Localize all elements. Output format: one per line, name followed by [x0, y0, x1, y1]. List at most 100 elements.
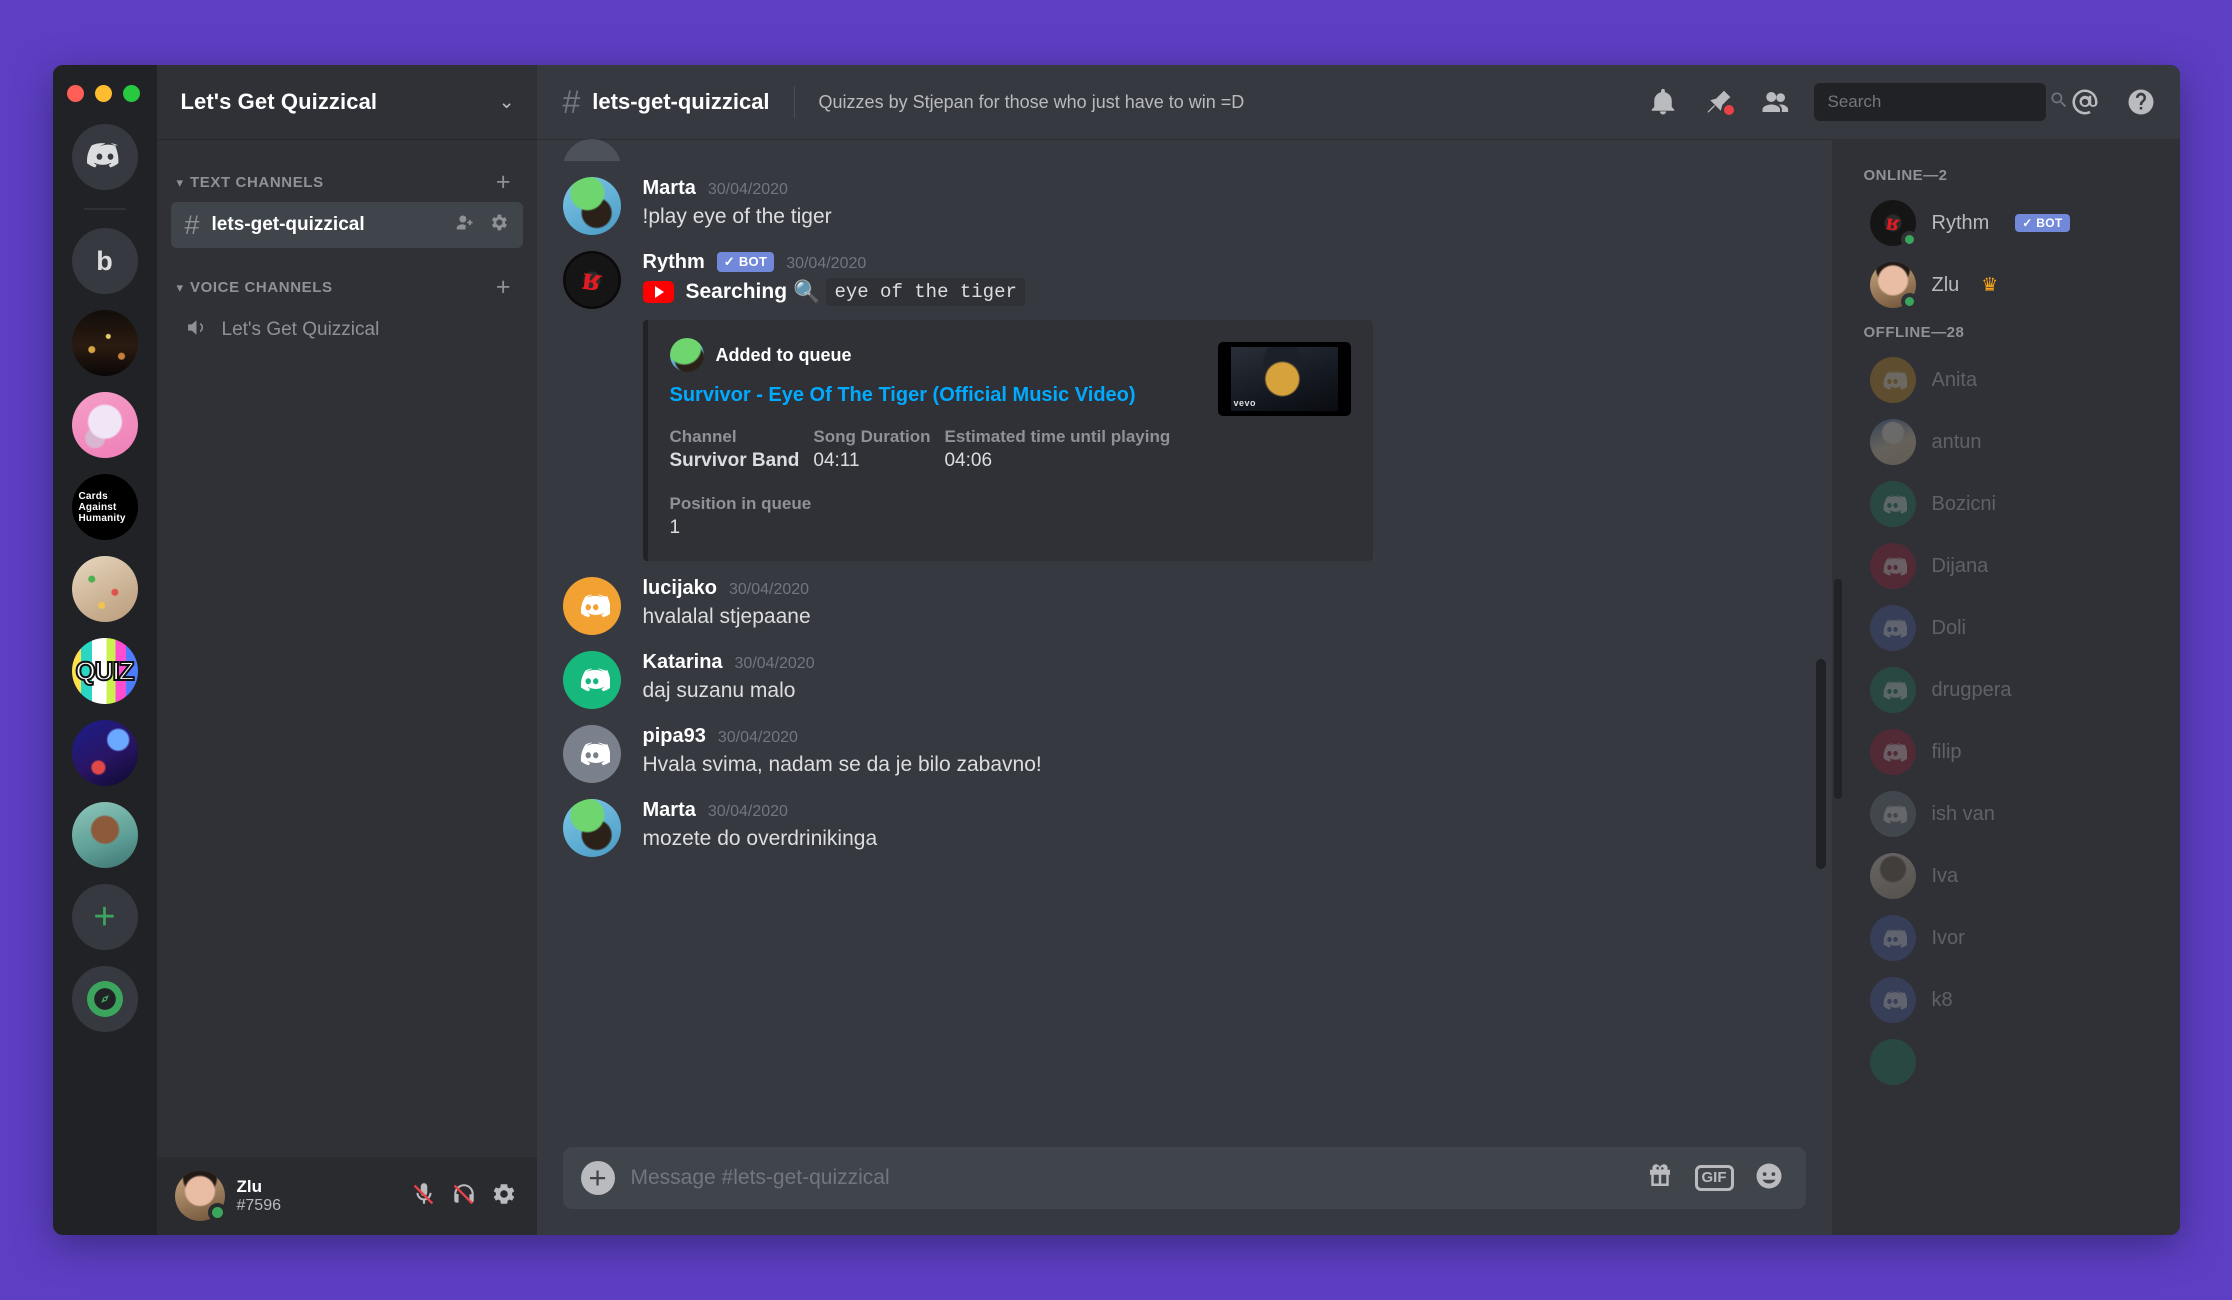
message-timestamp: 30/04/2020	[734, 655, 815, 672]
member-group-offline-header: OFFLINE—28	[1863, 324, 1965, 341]
avatar[interactable]	[562, 651, 621, 709]
member-row-doli[interactable]: Doli	[1844, 597, 2168, 659]
vevo-watermark: vevo	[1233, 398, 1257, 408]
embed-author: Added to queue	[669, 338, 1204, 372]
embed-author-name: Added to queue	[715, 344, 852, 365]
server-icon-b-label: b	[96, 245, 113, 276]
message-row: Katarina 30/04/2020 daj suzanu malo	[537, 635, 1810, 709]
help-icon[interactable]	[2124, 85, 2158, 119]
member-row-ivor[interactable]: Ivor	[1844, 907, 2168, 969]
upload-attachment-icon[interactable]	[580, 1161, 615, 1195]
message-timestamp: 30/04/2020	[717, 729, 798, 746]
explore-servers-button[interactable]	[71, 966, 138, 1032]
message-composer[interactable]: GIF	[562, 1147, 1806, 1209]
mute-microphone-icon[interactable]	[411, 1181, 437, 1212]
avatar[interactable]	[562, 577, 621, 635]
member-row-antun[interactable]: antun	[1844, 411, 2168, 473]
member-name: Rythm	[1931, 211, 1990, 234]
pinned-messages-icon[interactable]	[1702, 85, 1736, 119]
add-server-button[interactable]: +	[71, 884, 138, 950]
member-row-rythm[interactable]: ʁ Rythm ✓ BOT	[1844, 192, 2168, 254]
member-row-zlu[interactable]: Zlu ♛	[1844, 254, 2168, 316]
edit-channel-gear-icon[interactable]	[488, 212, 509, 238]
message-input[interactable]	[630, 1166, 1629, 1190]
member-row-drugpera[interactable]: drugpera	[1844, 659, 2168, 721]
create-text-channel-button[interactable]: +	[496, 169, 511, 195]
category-text-channels[interactable]: ▾ TEXT CHANNELS +	[157, 165, 537, 199]
search-input[interactable]	[1827, 92, 2049, 112]
close-window-button[interactable]	[66, 85, 84, 102]
page-title: lets-get-quizzical	[592, 89, 770, 114]
avatar[interactable]	[562, 799, 621, 857]
sidebar-item-voice-lets-get-quizzical[interactable]: Let's Get Quizzical	[171, 307, 523, 353]
server-icon-teal-portrait[interactable]	[71, 802, 138, 868]
member-row-k8[interactable]: k8	[1844, 969, 2168, 1031]
server-icon-discord-home[interactable]	[71, 124, 138, 190]
embed-thumbnail[interactable]: vevo	[1217, 342, 1351, 416]
member-row-next[interactable]	[1844, 1031, 2168, 1093]
message-text: mozete do overdrinikinga	[642, 827, 878, 850]
gift-icon[interactable]	[1645, 1161, 1675, 1196]
minimize-window-button[interactable]	[94, 85, 112, 102]
message-scrollbar[interactable]	[1815, 659, 1826, 869]
avatar[interactable]	[562, 725, 621, 783]
message-author[interactable]: Marta	[643, 799, 696, 822]
avatar	[562, 139, 621, 161]
search-query-code: eye of the tiger	[826, 278, 1025, 306]
member-row-ish-van[interactable]: ish van	[1844, 783, 2168, 845]
notification-bell-icon[interactable]	[1646, 85, 1680, 119]
category-voice-channels[interactable]: ▾ VOICE CHANNELS +	[157, 270, 537, 304]
plus-icon: +	[93, 896, 116, 938]
member-row-bozicni[interactable]: Bozicni	[1844, 473, 2168, 535]
server-icon-b[interactable]: b	[71, 228, 138, 294]
message-author[interactable]: Katarina	[643, 651, 723, 674]
message-author[interactable]: Rythm	[643, 251, 705, 274]
searching-status-line: Searching 🔍 eye of the tiger	[642, 278, 1784, 306]
message-author[interactable]: lucijako	[643, 577, 717, 600]
server-icon-city[interactable]	[71, 310, 138, 376]
create-voice-channel-button[interactable]: +	[496, 274, 511, 300]
server-icon-blue-setup[interactable]	[71, 720, 138, 786]
member-row-filip[interactable]: filip	[1844, 721, 2168, 783]
create-invite-icon[interactable]	[455, 212, 476, 238]
user-settings-gear-icon[interactable]	[491, 1181, 517, 1212]
server-icon-quiz[interactable]: QUIZ	[71, 638, 138, 704]
avatar[interactable]	[562, 177, 621, 235]
hash-icon: #	[184, 209, 200, 240]
embed-field-name: Song Duration	[813, 427, 931, 446]
member-list-scrollbar[interactable]	[1833, 579, 1842, 799]
channel-topic: Quizzes by Stjepan for those who just ha…	[818, 91, 1245, 112]
message-author[interactable]: pipa93	[643, 725, 706, 748]
server-icon-pink[interactable]	[71, 392, 138, 458]
server-icon-cards-against-humanity[interactable]: Cards Against Humanity	[71, 474, 138, 540]
chevron-down-icon: ⌄	[498, 91, 515, 113]
guild-header-dropdown[interactable]: Let's Get Quizzical ⌄	[157, 65, 537, 139]
embed-field-estimated-time: Estimated time until playing 04:06	[944, 427, 1184, 472]
status-badge-online	[1900, 231, 1918, 248]
member-row-iva[interactable]: Iva	[1844, 845, 2168, 907]
message-timestamp: 30/04/2020	[786, 255, 867, 272]
window-traffic-lights	[66, 85, 140, 102]
deafen-headphones-icon[interactable]	[451, 1181, 477, 1212]
avatar[interactable]: ʁ	[562, 251, 621, 309]
chat-column: Marta 30/04/2020 !play eye of the tiger …	[536, 139, 1832, 1235]
embed-title-link[interactable]: Survivor - Eye Of The Tiger (Official Mu…	[670, 384, 1204, 407]
avatar	[1869, 419, 1916, 465]
search-box[interactable]	[1813, 83, 2066, 121]
sidebar-item-lets-get-quizzical[interactable]: # lets-get-quizzical	[170, 202, 523, 248]
member-list-toggle-icon[interactable]	[1758, 85, 1792, 119]
message-text: Hvala svima, nadam se da je bilo zabavno…	[642, 753, 1042, 776]
avatar	[1869, 667, 1916, 713]
member-name: Doli	[1931, 616, 1966, 639]
message-author[interactable]: Marta	[643, 177, 696, 200]
gif-picker-button[interactable]: GIF	[1694, 1165, 1734, 1191]
avatar	[1869, 605, 1916, 651]
server-icon-food[interactable]	[71, 556, 138, 622]
member-row-dijana[interactable]: Dijana	[1844, 535, 2168, 597]
emoji-picker-icon[interactable]	[1754, 1161, 1784, 1196]
mentions-icon[interactable]	[2068, 85, 2102, 119]
member-row-anita[interactable]: Anita	[1844, 349, 2168, 411]
member-name: drugpera	[1931, 678, 2012, 701]
avatar[interactable]	[174, 1171, 227, 1222]
maximize-window-button[interactable]	[122, 85, 140, 102]
